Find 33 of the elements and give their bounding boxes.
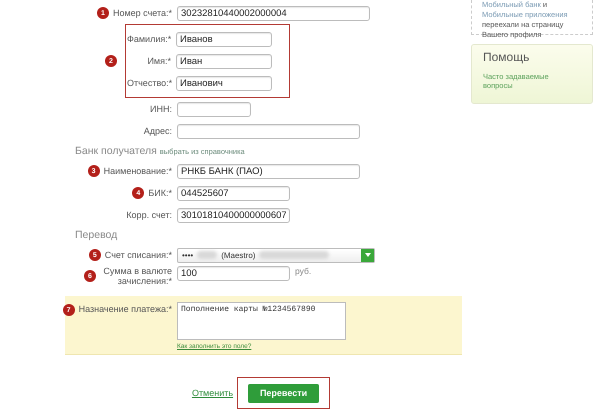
- field-label: ИНН:: [150, 104, 172, 114]
- field-label: Имя:*: [146, 56, 171, 66]
- purpose-field[interactable]: Пополнение карты №1234567890: [177, 302, 346, 340]
- field-label: Фамилия:*: [127, 34, 171, 44]
- field-label: Наименование:*: [104, 166, 172, 176]
- address-field[interactable]: [177, 124, 360, 138]
- redacted-mark: [197, 251, 218, 259]
- name-field[interactable]: Иван: [176, 54, 272, 68]
- field-label: Корр. счет:: [126, 210, 172, 220]
- help-title: Помощь: [483, 50, 530, 64]
- cancel-link[interactable]: Отменить: [192, 388, 234, 398]
- currency-label: руб.: [295, 266, 312, 276]
- field-label: Адрес:: [144, 126, 172, 136]
- account-select[interactable]: •••• (Maestro): [177, 248, 375, 262]
- field-label: Номер счета:*: [112, 8, 172, 18]
- section-heading: Перевод: [75, 229, 118, 241]
- bank-name-field[interactable]: РНКБ БАНК (ПАО): [177, 164, 360, 178]
- field-label: Отчество:*: [127, 78, 171, 88]
- field-label: Назначение платежа:*: [78, 304, 172, 314]
- account-number-field[interactable]: 30232810440002000004: [177, 6, 370, 20]
- transfer-button[interactable]: Перевести: [248, 384, 320, 402]
- name-field[interactable]: Иванов: [176, 32, 272, 46]
- redacted-mark: [259, 251, 330, 259]
- amount-field[interactable]: 100: [177, 266, 290, 281]
- section-heading: Банк получателя: [75, 145, 157, 157]
- inn-field[interactable]: [177, 102, 251, 116]
- dropdown-icon[interactable]: [361, 248, 374, 262]
- name-field[interactable]: Иванович: [176, 76, 272, 90]
- field-label: БИК:*: [148, 188, 172, 198]
- field-label: Счет списания:*: [104, 250, 172, 260]
- corr-account-field[interactable]: 30101810400000000607: [177, 208, 290, 222]
- field-label: Сумма в валюте зачисления:*: [102, 266, 172, 286]
- bik-field[interactable]: 044525607: [177, 186, 290, 200]
